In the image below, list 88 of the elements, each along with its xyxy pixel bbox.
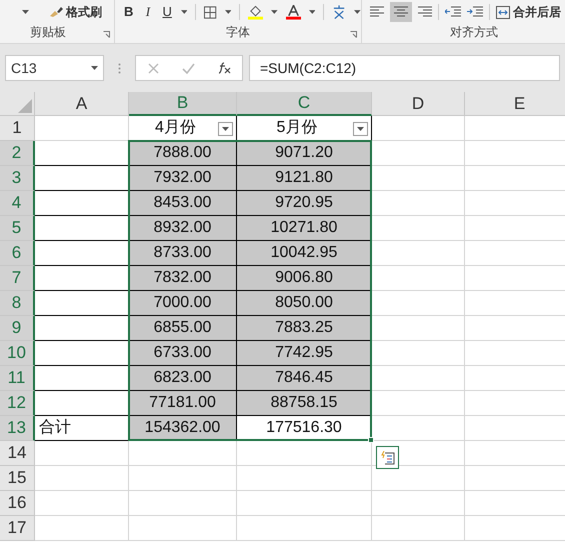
underline-button[interactable]: U	[162, 2, 173, 22]
align-left-icon[interactable]	[370, 6, 384, 18]
table-cell: 77181.00	[129, 391, 237, 416]
row-header[interactable]: 8	[0, 291, 35, 316]
bold-button[interactable]: B	[123, 2, 134, 22]
row-header[interactable]: 6	[0, 241, 35, 266]
format-painter-button[interactable]: 格式刷	[49, 3, 102, 21]
caret-icon	[180, 10, 188, 14]
quick-analysis-icon	[380, 450, 394, 464]
row-header[interactable]: 15	[0, 466, 35, 491]
phonetic-guide-icon[interactable]	[332, 5, 346, 19]
row-header[interactable]: 9	[0, 316, 35, 341]
table-cell: 7846.45	[237, 366, 372, 391]
dialog-launcher-icon[interactable]	[350, 31, 357, 38]
row-header[interactable]: 7	[0, 266, 35, 291]
decrease-indent-icon[interactable]	[445, 6, 461, 18]
row-header[interactable]: 10	[0, 341, 35, 366]
formula-field[interactable]: =SUM(C2:C12)	[249, 55, 560, 81]
table-cell: 9720.95	[237, 191, 372, 216]
group-label: 剪贴板	[30, 24, 66, 40]
column-header[interactable]: B	[129, 92, 237, 116]
fill-color-icon[interactable]	[248, 4, 264, 20]
row-header[interactable]: 16	[0, 491, 35, 516]
column-header[interactable]: E	[465, 92, 565, 116]
row-header[interactable]: 5	[0, 216, 35, 241]
table-cell: 8453.00	[129, 191, 237, 216]
row-header[interactable]: 3	[0, 166, 35, 191]
table-cell: 10271.80	[237, 216, 372, 241]
table-cell: 7742.95	[237, 341, 372, 366]
caret-icon	[224, 10, 232, 14]
table-cell: 154362.00	[129, 416, 237, 441]
table-cell: 6823.00	[129, 366, 237, 391]
font-color-icon[interactable]	[286, 4, 301, 20]
column-header[interactable]: C	[237, 92, 372, 116]
align-center-button[interactable]	[390, 2, 412, 22]
group-label: 字体	[226, 24, 250, 40]
table-cell: 7932.00	[129, 166, 237, 191]
filter-button[interactable]	[218, 122, 233, 136]
table-cell: 88758.15	[237, 391, 372, 416]
table-cell: 6855.00	[129, 316, 237, 341]
align-right-icon[interactable]	[418, 6, 432, 18]
row-header[interactable]: 17	[0, 516, 35, 541]
quick-analysis-button[interactable]	[376, 446, 399, 469]
row-header[interactable]: 13	[0, 416, 35, 441]
borders-icon[interactable]	[204, 6, 217, 18]
table-cell: 10042.95	[237, 241, 372, 266]
row-header[interactable]: 4	[0, 191, 35, 216]
row-header[interactable]: 2	[0, 141, 35, 166]
caret-icon	[308, 10, 316, 14]
table-cell: 9071.20	[237, 141, 372, 166]
paintbrush-icon	[49, 6, 63, 18]
row-header[interactable]: 12	[0, 391, 35, 416]
table-cell: 7883.25	[237, 316, 372, 341]
function-icon[interactable]	[218, 62, 230, 74]
table-cell: 9121.80	[237, 166, 372, 191]
dialog-launcher-icon[interactable]	[103, 31, 110, 38]
drag-handle-icon	[118, 62, 121, 74]
dropdown-caret-icon	[357, 127, 364, 131]
table-cell: 8050.00	[237, 291, 372, 316]
table-cell: 8733.00	[129, 241, 237, 266]
merge-cells-icon	[496, 6, 510, 18]
table-cell: 7888.00	[129, 141, 237, 166]
row-header[interactable]: 14	[0, 441, 35, 466]
checkmark-icon[interactable]	[182, 62, 194, 74]
row-header[interactable]: 11	[0, 366, 35, 391]
merge-center-button[interactable]: 合并后居	[496, 3, 561, 21]
group-label: 对齐方式	[450, 24, 498, 40]
column-header[interactable]: A	[35, 92, 129, 116]
table-cell: 8932.00	[129, 216, 237, 241]
column-header[interactable]: D	[372, 92, 465, 116]
corner-triangle-icon	[18, 99, 32, 113]
dropdown-caret-icon	[222, 127, 229, 131]
row-header[interactable]: 1	[0, 116, 35, 141]
fill-handle[interactable]	[368, 437, 374, 443]
table-cell: 合计	[35, 416, 129, 441]
table-cell: 6733.00	[129, 341, 237, 366]
table-cell: 9006.80	[237, 266, 372, 291]
table-cell: 7832.00	[129, 266, 237, 291]
paste-caret-icon	[22, 10, 29, 14]
increase-indent-icon[interactable]	[467, 6, 483, 18]
caret-icon	[271, 10, 278, 14]
name-box[interactable]: C13	[5, 55, 104, 81]
align-center-icon	[394, 6, 408, 18]
filter-button[interactable]	[353, 122, 368, 136]
caret-icon	[354, 10, 361, 14]
table-cell: 7000.00	[129, 291, 237, 316]
italic-button[interactable]: I	[142, 2, 154, 22]
caret-icon	[91, 66, 98, 70]
